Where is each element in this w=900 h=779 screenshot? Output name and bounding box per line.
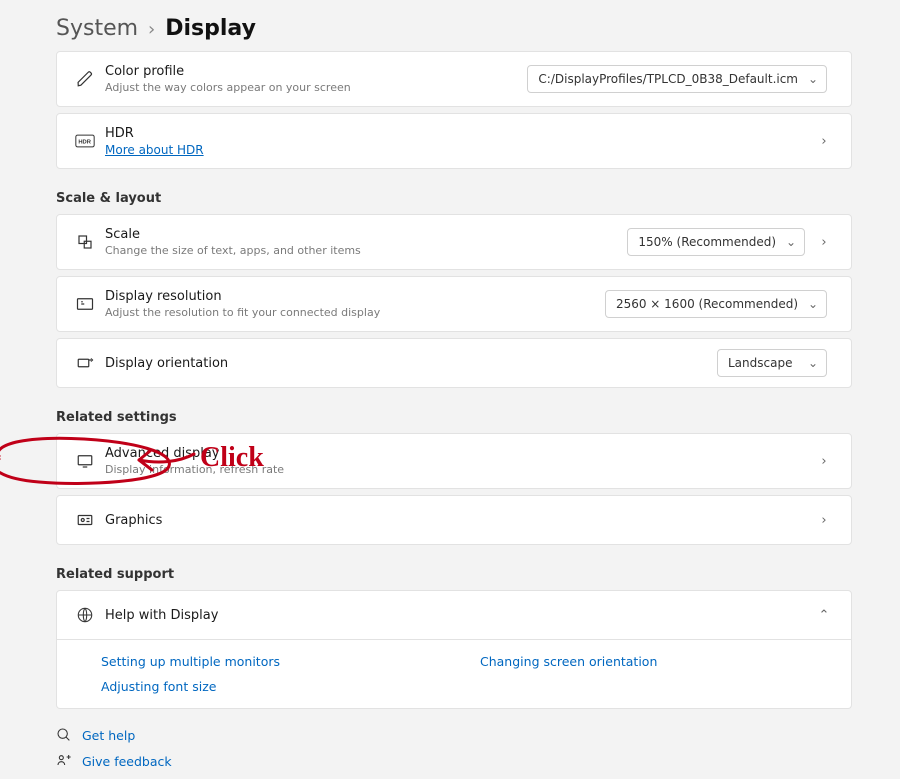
orientation-select[interactable]: Landscape ⌄ — [717, 349, 827, 377]
section-scale-layout: Scale & layout — [56, 191, 852, 206]
chevron-down-icon: ⌄ — [808, 297, 818, 311]
row-title: Advanced display — [105, 446, 813, 461]
link-multiple-monitors[interactable]: Setting up multiple monitors — [101, 654, 280, 669]
select-value: 150% (Recommended) — [638, 235, 776, 249]
row-color-profile[interactable]: Color profile Adjust the way colors appe… — [56, 51, 852, 107]
row-help-with-display[interactable]: Help with Display ⌃ — [56, 590, 852, 640]
row-hdr[interactable]: HDR HDR More about HDR › — [56, 113, 852, 169]
row-scale[interactable]: Scale Change the size of text, apps, and… — [56, 214, 852, 270]
select-value: Landscape — [728, 356, 792, 370]
chevron-down-icon: ⌄ — [786, 235, 796, 249]
monitor-icon — [71, 452, 99, 470]
chevron-right-icon: › — [813, 454, 835, 469]
row-title: HDR — [105, 126, 813, 141]
select-value: 2560 × 1600 (Recommended) — [616, 297, 798, 311]
graphics-icon — [71, 511, 99, 529]
footer-label: Give feedback — [82, 754, 172, 769]
row-subtitle: Display information, refresh rate — [105, 463, 813, 476]
chevron-right-icon: › — [148, 19, 155, 40]
chevron-down-icon: ⌄ — [808, 356, 818, 370]
color-profile-select[interactable]: C:/DisplayProfiles/TPLCD_0B38_Default.ic… — [527, 65, 827, 93]
chevron-right-icon: › — [813, 235, 835, 250]
footer-label: Get help — [82, 728, 135, 743]
help-links-panel: Setting up multiple monitors Adjusting f… — [56, 640, 852, 709]
row-graphics[interactable]: Graphics › — [56, 495, 852, 545]
breadcrumb-parent[interactable]: System — [56, 16, 138, 41]
chevron-up-icon: ⌃ — [813, 608, 835, 623]
row-subtitle: Adjust the resolution to fit your connec… — [105, 306, 605, 319]
row-advanced-display[interactable]: Advanced display Display information, re… — [56, 433, 852, 489]
row-subtitle: Change the size of text, apps, and other… — [105, 244, 627, 257]
hdr-icon: HDR — [71, 134, 99, 148]
row-title: Graphics — [105, 513, 813, 528]
chevron-right-icon: › — [813, 134, 835, 149]
scale-icon — [71, 233, 99, 251]
row-subtitle: Adjust the way colors appear on your scr… — [105, 81, 527, 94]
section-related-support: Related support — [56, 567, 852, 582]
get-help-link[interactable]: Get help — [56, 727, 852, 743]
row-title: Display orientation — [105, 356, 717, 371]
link-screen-orientation[interactable]: Changing screen orientation — [480, 654, 657, 669]
select-value: C:/DisplayProfiles/TPLCD_0B38_Default.ic… — [538, 72, 798, 86]
hdr-more-link[interactable]: More about HDR — [105, 143, 813, 157]
row-title: Help with Display — [105, 608, 813, 623]
resolution-icon — [71, 295, 99, 313]
globe-help-icon — [71, 606, 99, 624]
chevron-down-icon: ⌄ — [808, 72, 818, 86]
row-resolution[interactable]: Display resolution Adjust the resolution… — [56, 276, 852, 332]
row-orientation[interactable]: Display orientation Landscape ⌄ — [56, 338, 852, 388]
help-icon — [56, 727, 72, 743]
pen-icon — [71, 70, 99, 88]
feedback-icon — [56, 753, 72, 769]
row-title: Scale — [105, 227, 627, 242]
svg-text:HDR: HDR — [78, 140, 91, 146]
breadcrumb: System › Display — [56, 16, 852, 41]
row-title: Color profile — [105, 64, 527, 79]
link-adjust-font-size[interactable]: Adjusting font size — [101, 679, 280, 694]
resolution-select[interactable]: 2560 × 1600 (Recommended) ⌄ — [605, 290, 827, 318]
give-feedback-link[interactable]: Give feedback — [56, 753, 852, 769]
row-title: Display resolution — [105, 289, 605, 304]
orientation-icon — [71, 354, 99, 372]
scale-select[interactable]: 150% (Recommended) ⌄ — [627, 228, 805, 256]
page-title: Display — [165, 16, 256, 41]
section-related-settings: Related settings — [56, 410, 852, 425]
chevron-right-icon: › — [813, 513, 835, 528]
